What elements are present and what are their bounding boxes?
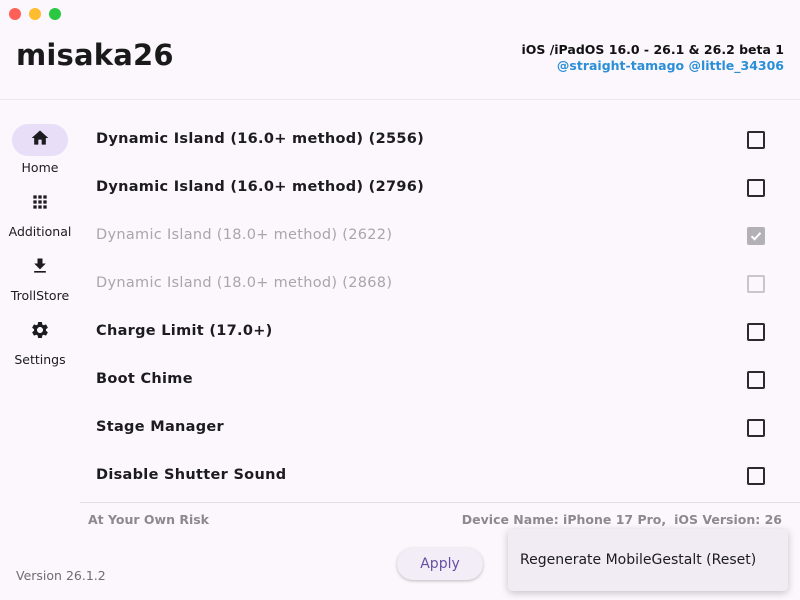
tweak-row: Dynamic Island (16.0+ method) (2796) — [80, 164, 800, 212]
sidebar-item-settings[interactable]: Settings — [0, 316, 80, 380]
sidebar-item-trollstore[interactable]: TrollStore — [0, 252, 80, 316]
menu-item-regenerate-mobilegestalt[interactable]: Regenerate MobileGestalt (Reset) — [520, 552, 756, 568]
tweak-label: Charge Limit (17.0+) — [96, 323, 273, 339]
os-range-text: iOS /iPadOS 16.0 - 26.1 & 26.2 beta 1 — [521, 42, 784, 57]
dropdown-menu: Regenerate MobileGestalt (Reset) — [508, 529, 788, 591]
tweak-checkbox[interactable] — [747, 323, 765, 341]
tweak-label: Dynamic Island (16.0+ method) (2796) — [96, 179, 425, 195]
tweak-row: Charge Limit (17.0+) — [80, 308, 800, 356]
tweak-list: Dynamic Island (16.0+ method) (2556) Dyna… — [80, 116, 800, 500]
header-divider — [0, 99, 800, 100]
tweak-label: Boot Chime — [96, 371, 193, 387]
sidebar-item-label: Settings — [14, 352, 66, 367]
header-info: iOS /iPadOS 16.0 - 26.1 & 26.2 beta 1 @s… — [521, 42, 784, 74]
tweak-row: Stage Manager — [80, 404, 800, 452]
tweak-label: Stage Manager — [96, 419, 225, 435]
ios-version: iOS Version: 26 — [674, 512, 782, 527]
home-icon — [30, 128, 50, 152]
tweak-checkbox[interactable] — [747, 467, 765, 485]
tweak-label: Dynamic Island (18.0+ method) (2622) — [96, 227, 393, 243]
tweak-label: Dynamic Island (16.0+ method) (2556) — [96, 131, 425, 147]
tweak-checkbox — [747, 275, 765, 293]
tweak-row: Disable Shutter Sound — [80, 452, 800, 500]
list-divider — [80, 502, 800, 503]
sidebar-item-label: Home — [21, 160, 59, 175]
sidebar: Home Additional TrollStore Settings — [0, 124, 80, 380]
tweak-checkbox[interactable] — [747, 419, 765, 437]
nav-pill — [12, 188, 68, 220]
sidebar-item-additional[interactable]: Additional — [0, 188, 80, 252]
nav-pill — [12, 316, 68, 348]
tweak-checkbox[interactable] — [747, 179, 765, 197]
sidebar-item-home[interactable]: Home — [0, 124, 80, 188]
gear-icon — [30, 320, 50, 344]
device-info: Device Name: iPhone 17 Pro, iOS Version: … — [462, 512, 782, 527]
nav-pill — [12, 252, 68, 284]
tweak-checkbox[interactable] — [747, 371, 765, 389]
app-title: misaka26 — [16, 38, 174, 72]
tweak-row: Boot Chime — [80, 356, 800, 404]
risk-warning: At Your Own Risk — [88, 512, 209, 527]
tweak-row: Dynamic Island (18.0+ method) (2868) — [80, 260, 800, 308]
version-label: Version 26.1.2 — [16, 568, 106, 583]
tweak-checkbox[interactable] — [747, 131, 765, 149]
maximize-window-button[interactable] — [49, 8, 61, 20]
nav-pill — [12, 124, 68, 156]
tweak-label: Dynamic Island (18.0+ method) (2868) — [96, 275, 393, 291]
checkmark-icon — [750, 232, 762, 241]
device-name: Device Name: iPhone 17 Pro, — [461, 512, 667, 527]
minimize-window-button[interactable] — [29, 8, 41, 20]
window-controls — [9, 8, 61, 20]
credits-link[interactable]: @straight-tamago @little_34306 — [521, 58, 784, 74]
download-icon — [30, 256, 50, 280]
sidebar-item-label: Additional — [8, 224, 72, 239]
sidebar-item-label: TrollStore — [10, 288, 70, 303]
tweak-row: Dynamic Island (18.0+ method) (2622) — [80, 212, 800, 260]
tweak-label: Disable Shutter Sound — [96, 467, 287, 483]
grid-icon — [30, 192, 50, 216]
tweak-row: Dynamic Island (16.0+ method) (2556) — [80, 116, 800, 164]
tweak-checkbox — [747, 227, 765, 245]
apply-button[interactable]: Apply — [397, 548, 483, 580]
close-window-button[interactable] — [9, 8, 21, 20]
